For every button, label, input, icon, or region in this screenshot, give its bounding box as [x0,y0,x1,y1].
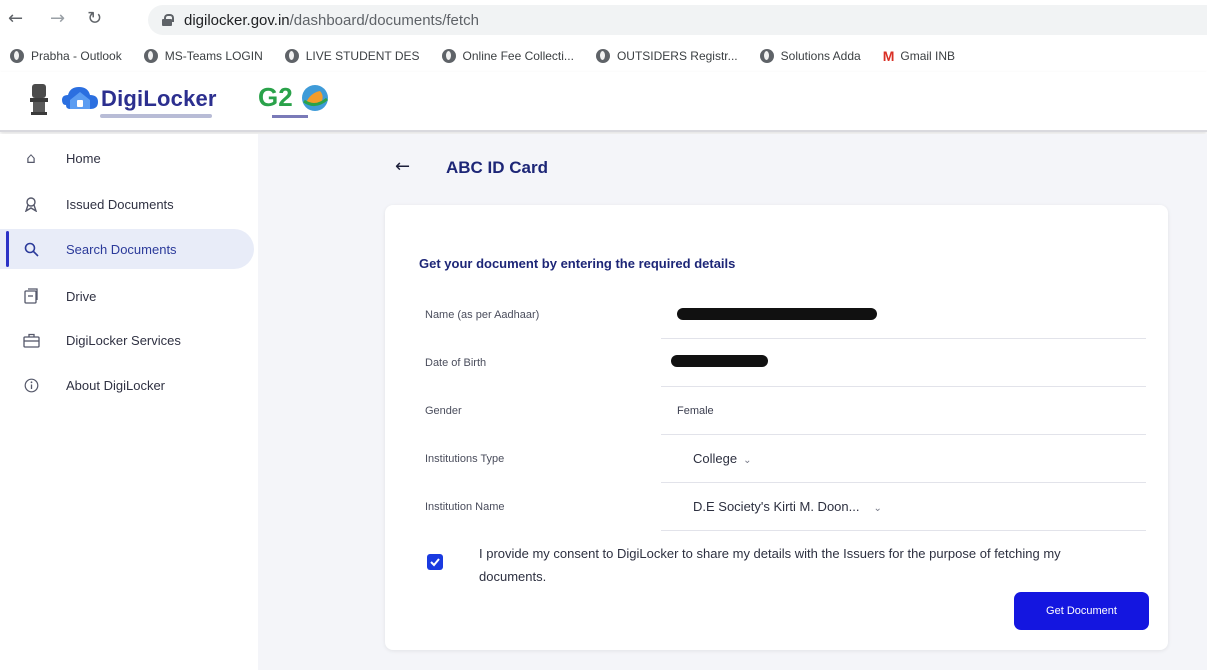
url-path: /dashboard/documents/fetch [289,11,479,29]
institution-type-value: College [693,451,738,466]
digilocker-logo-icon[interactable] [62,83,98,113]
bookmark-label: Online Fee Collecti... [462,49,574,63]
bookmark-label: LIVE STUDENT DES [305,49,420,63]
back-icon[interactable]: ← [8,8,23,29]
chevron-down-icon: ⌄ [743,455,752,466]
brand-tagline [100,114,212,118]
institution-type-row: Institutions Type College ⌄ [419,435,1148,483]
gender-value: Female [677,405,714,417]
bookmarks-bar: Prabha - Outlook MS-Teams LOGIN LIVE STU… [0,40,1207,72]
bookmark-label: OUTSIDERS Registr... [616,49,738,63]
bookmark-ms-teams[interactable]: MS-Teams LOGIN [143,49,263,63]
briefcase-icon [22,331,40,349]
back-arrow-icon[interactable]: ← [395,156,410,177]
bookmark-prabha-outlook[interactable]: Prabha - Outlook [10,49,122,63]
consent-text: I provide my consent to DigiLocker to sh… [479,546,1061,584]
form-heading: Get your document by entering the requir… [419,256,736,271]
chevron-down-icon: ⌄ [873,503,882,514]
get-document-button[interactable]: Get Document [1014,592,1149,630]
redacted-name [677,308,877,320]
globe-icon [143,49,158,63]
national-emblem-icon [30,84,48,115]
bookmark-label: Solutions Adda [780,49,861,63]
gender-label: Gender [425,405,462,417]
sidebar-item-drive[interactable]: Drive [0,276,254,316]
consent-checkbox[interactable] [427,554,443,570]
sidebar-item-label: Search Documents [66,241,177,257]
info-icon [22,376,40,394]
bookmark-outsiders[interactable]: OUTSIDERS Registr... [595,49,738,63]
institution-name-select[interactable]: D.E Society's Kirti M. Doon... ⌄ [661,483,1146,531]
institution-name-row: Institution Name D.E Society's Kirti M. … [419,483,1148,531]
drive-icon [22,287,40,305]
home-icon: ⌂ [26,149,36,167]
gmail-icon: M [882,48,895,64]
name-row: Name (as per Aadhaar) [419,291,1148,339]
sidebar-item-label: Drive [66,288,97,304]
bookmark-gmail[interactable]: M Gmail INB [883,48,955,64]
sidebar-item-label: Issued Documents [66,196,174,212]
bookmark-live-student[interactable]: LIVE STUDENT DES [284,49,420,63]
lock-icon [162,14,174,26]
globe-icon [441,49,456,63]
brand-name[interactable]: DigiLocker [101,86,217,112]
bookmark-label: Prabha - Outlook [31,49,122,63]
gender-row: Gender Female [419,387,1148,435]
sidebar-item-search-documents[interactable]: Search Documents [0,229,254,269]
dob-field[interactable] [661,339,1146,387]
sidebar-item-digilocker-services[interactable]: DigiLocker Services [0,320,254,360]
main-content: ← ABC ID Card Get your document by enter… [258,134,1207,670]
bookmark-solutions-adda[interactable]: Solutions Adda [759,49,861,63]
g20-logo-text: G2 [258,82,293,112]
sidebar-item-issued-documents[interactable]: Issued Documents [0,184,254,224]
g20-tagline [272,115,308,118]
issued-documents-icon [22,195,40,213]
sidebar-item-label: About DigiLocker [66,377,165,393]
institution-name-label: Institution Name [425,501,505,513]
globe-icon [10,49,24,63]
name-field[interactable] [661,291,1146,339]
gender-field[interactable]: Female [661,387,1146,435]
fetch-document-card: Get your document by entering the requir… [385,205,1168,650]
page-title: ABC ID Card [446,158,549,177]
globe-icon [595,49,610,63]
bookmark-online-fee[interactable]: Online Fee Collecti... [441,49,574,63]
bookmark-label: Gmail INB [900,49,956,63]
url-host: digilocker.gov.in [184,11,290,29]
checkmark-icon [430,558,440,567]
sidebar-item-label: DigiLocker Services [66,332,181,348]
dob-row: Date of Birth [419,339,1148,387]
sidebar-item-label: Home [66,150,101,166]
g20-globe-icon [302,85,328,111]
institution-type-select[interactable]: College ⌄ [661,435,1146,483]
sidebar: ⌂ Home Issued Documents Search Documents… [0,134,258,670]
bookmark-label: MS-Teams LOGIN [164,49,263,63]
address-bar[interactable]: digilocker.gov.in/dashboard/documents/fe… [148,5,1207,35]
globe-icon [284,49,299,63]
browser-toolbar: ← → ↻ digilocker.gov.in/dashboard/docume… [0,0,1207,40]
reload-icon[interactable]: ↻ [87,8,102,29]
forward-icon[interactable]: → [50,8,65,29]
sidebar-item-about-digilocker[interactable]: About DigiLocker [0,365,254,405]
search-icon [22,240,40,258]
dob-label: Date of Birth [425,357,487,369]
redacted-dob [671,355,768,367]
institution-type-label: Institutions Type [425,453,505,465]
name-label: Name (as per Aadhaar) [425,309,540,321]
institution-name-value: D.E Society's Kirti M. Doon... [693,499,860,514]
app-header: DigiLocker G2 [0,72,1207,132]
globe-icon [759,49,774,63]
sidebar-item-home[interactable]: ⌂ Home [0,138,254,178]
